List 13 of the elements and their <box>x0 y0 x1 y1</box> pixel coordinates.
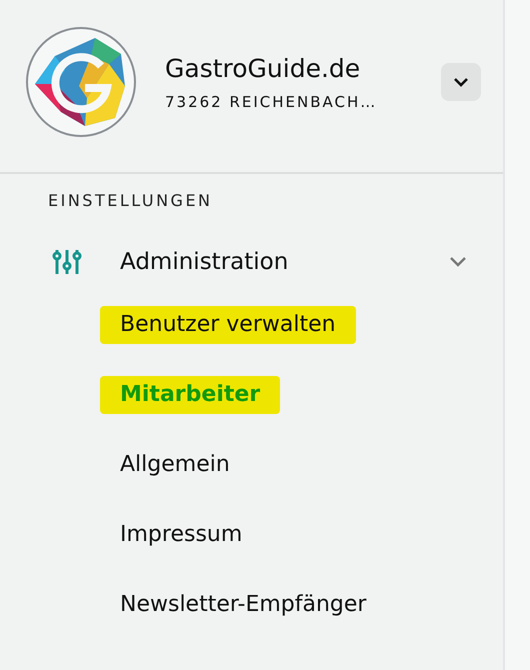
administration-menu-item[interactable]: Administration <box>52 248 467 276</box>
app-title: GastroGuide.de <box>165 54 362 82</box>
chevron-icon <box>449 256 467 268</box>
dropdown-button[interactable] <box>441 63 481 101</box>
submenu-item[interactable]: Newsletter-Empfänger <box>100 586 386 624</box>
sliders-icon <box>52 248 82 276</box>
section-label: EINSTELLUNGEN <box>48 191 213 210</box>
logo-icon <box>25 26 137 138</box>
submenu-item[interactable]: Benutzer verwalten <box>100 306 356 344</box>
chevron-down-icon <box>453 77 469 87</box>
location-subtitle: 73262 REICHENBACH… <box>165 92 378 110</box>
submenu-item[interactable]: Allgemein <box>100 446 250 484</box>
submenu-item[interactable]: Impressum <box>100 516 262 554</box>
